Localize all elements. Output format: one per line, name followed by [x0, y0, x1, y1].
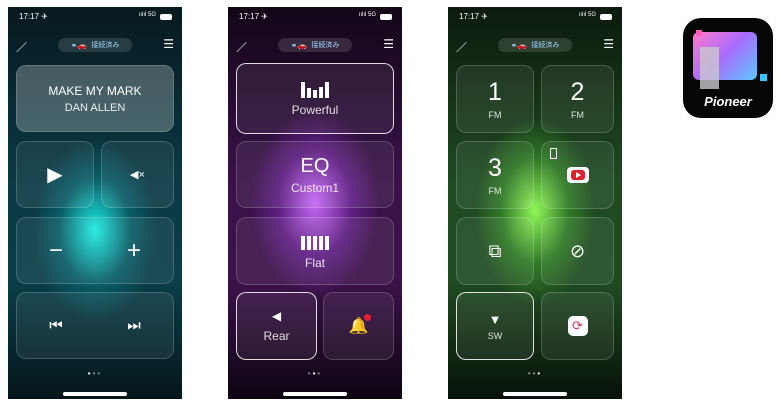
- menu-icon[interactable]: ☰: [603, 37, 614, 51]
- play-icon: ▶: [47, 164, 63, 186]
- edit-pen-icon[interactable]: ／: [16, 39, 27, 55]
- rear-speaker-tile[interactable]: ◀ Rear: [236, 292, 317, 360]
- volume-up-button[interactable]: +: [127, 237, 141, 265]
- brand-wordmark: Pioneer: [704, 94, 752, 109]
- preset-number: 3: [488, 153, 502, 182]
- preset-band: FM: [488, 185, 502, 196]
- home-indicator: [283, 392, 347, 396]
- menu-icon[interactable]: ☰: [383, 37, 394, 51]
- connection-pill[interactable]: ⚭🚗 接続済み: [278, 38, 352, 52]
- preset-number: 1: [488, 77, 502, 106]
- top-bar: ／ ⚭🚗 接続済み ☰: [448, 37, 622, 55]
- page-indicator[interactable]: •••: [228, 369, 402, 378]
- youtube-tile[interactable]: [541, 141, 614, 209]
- youtube-icon: [566, 167, 589, 183]
- preset-number: 2: [570, 77, 585, 106]
- song-title: MAKE MY MARK: [48, 83, 142, 98]
- page-indicator[interactable]: •••: [8, 369, 182, 378]
- status-bar: 17:17 ✈ ıılıl 5G: [228, 12, 402, 24]
- subwoofer-icon: ▼: [488, 311, 502, 327]
- connection-status: 接続済み: [311, 42, 340, 49]
- notification-badge: [364, 314, 372, 321]
- battery-icon: [380, 14, 392, 20]
- volume-control: − +: [16, 217, 174, 284]
- eq-tile[interactable]: EQ Custom1: [236, 141, 394, 208]
- edit-pen-icon[interactable]: ／: [236, 39, 247, 55]
- flat-eq-icon: [300, 232, 330, 250]
- bell-icon: 🔔: [349, 314, 372, 336]
- home-indicator: [63, 392, 127, 396]
- app-icon-panel: [700, 47, 719, 89]
- signal-indicator: ıılıl 5G: [578, 12, 596, 18]
- mute-icon: ◀×: [130, 169, 145, 181]
- music-off-icon: ⊘: [569, 240, 586, 261]
- car-icon: ⚭🚗: [290, 40, 308, 50]
- mute-button[interactable]: ◀×: [101, 141, 174, 208]
- screen-mirror-tile[interactable]: ⧉: [456, 217, 534, 285]
- connection-status: 接続済み: [91, 42, 120, 49]
- phone-screen-media: 17:17 ✈ ıılıl 5G ／ ⚭🚗 接続済み ☰ MAKE MY MAR…: [8, 7, 182, 399]
- signal-indicator: ıılıl 5G: [138, 12, 156, 18]
- pioneer-app-icon[interactable]: Pioneer: [683, 18, 773, 118]
- status-time: 17:17 ✈: [239, 12, 268, 21]
- eq-preset: Custom1: [290, 180, 340, 195]
- sw-label: SW: [487, 330, 503, 341]
- fm-preset-1-tile[interactable]: 1 FM: [456, 65, 534, 133]
- app-icon-cyan-dot: [760, 74, 767, 81]
- home-indicator: [503, 392, 567, 396]
- track-control: ⏮ ⏭: [16, 292, 174, 359]
- top-bar: ／ ⚭🚗 接続済み ☰: [8, 37, 182, 55]
- battery-icon: [600, 14, 612, 20]
- battery-icon: [160, 14, 172, 20]
- app-icon-pink-dot: [696, 30, 702, 36]
- fm-preset-3-tile[interactable]: 3 FM: [456, 141, 534, 209]
- previous-track-button[interactable]: ⏮: [49, 317, 63, 334]
- connection-pill[interactable]: ⚭🚗 接続済み: [498, 38, 572, 52]
- eq-title: EQ: [300, 154, 330, 177]
- subwoofer-tile[interactable]: ▼ SW: [456, 292, 534, 360]
- phone-screen-sources: 17:17 ✈ ıılıl 5G ／ ⚭🚗 接続済み ☰ 1 FM 2 FM 3…: [448, 7, 622, 399]
- phone-screen-sound: 17:17 ✈ ıılıl 5G ／ ⚭🚗 接続済み ☰ Powerful EQ…: [228, 7, 402, 399]
- preset-band: FM: [488, 109, 502, 120]
- page-indicator[interactable]: •••: [448, 369, 622, 378]
- fm-preset-2-tile[interactable]: 2 FM: [541, 65, 614, 133]
- car-icon: ⚭🚗: [70, 40, 88, 50]
- screen-mirror-icon: ⧉: [488, 240, 502, 261]
- page-dot-3: •: [97, 369, 103, 378]
- connection-pill[interactable]: ⚭🚗 接続済み: [58, 38, 132, 52]
- page-dot-3: •: [317, 369, 323, 378]
- rear-label: Rear: [263, 329, 290, 343]
- artist-name: DAN ALLEN: [64, 101, 126, 114]
- next-track-button[interactable]: ⏭: [127, 317, 141, 334]
- page-dot-3: •: [537, 369, 543, 378]
- speaker-icon: ◀: [271, 309, 282, 323]
- flat-preset-tile[interactable]: Flat: [236, 217, 394, 285]
- play-button[interactable]: ▶: [16, 141, 94, 208]
- status-bar: 17:17 ✈ ıılıl 5G: [8, 12, 182, 24]
- notification-tile[interactable]: 🔔: [323, 292, 394, 360]
- menu-icon[interactable]: ☰: [163, 37, 174, 51]
- status-time: 17:17 ✈: [19, 12, 48, 21]
- source-off-tile[interactable]: ⊘: [541, 217, 614, 285]
- phone-small-icon: [550, 148, 557, 159]
- sync-app-icon: ⟳: [567, 316, 588, 336]
- edit-pen-icon[interactable]: ／: [456, 39, 467, 55]
- car-icon: ⚭🚗: [510, 40, 528, 50]
- now-playing-tile[interactable]: MAKE MY MARK DAN ALLEN: [16, 65, 174, 132]
- preset-band: FM: [571, 109, 584, 120]
- status-time: 17:17 ✈: [459, 12, 488, 21]
- signal-indicator: ıılıl 5G: [358, 12, 376, 18]
- app-link-tile[interactable]: ⟳: [541, 292, 614, 360]
- status-bar: 17:17 ✈ ıılıl 5G: [448, 12, 622, 24]
- volume-down-button[interactable]: −: [49, 237, 63, 265]
- flat-label: Flat: [304, 256, 325, 270]
- powerful-label: Powerful: [291, 103, 339, 117]
- powerful-preset-tile[interactable]: Powerful: [236, 63, 394, 134]
- top-bar: ／ ⚭🚗 接続済み ☰: [228, 37, 402, 55]
- connection-status: 接続済み: [531, 42, 560, 49]
- powerful-eq-icon: [300, 80, 330, 98]
